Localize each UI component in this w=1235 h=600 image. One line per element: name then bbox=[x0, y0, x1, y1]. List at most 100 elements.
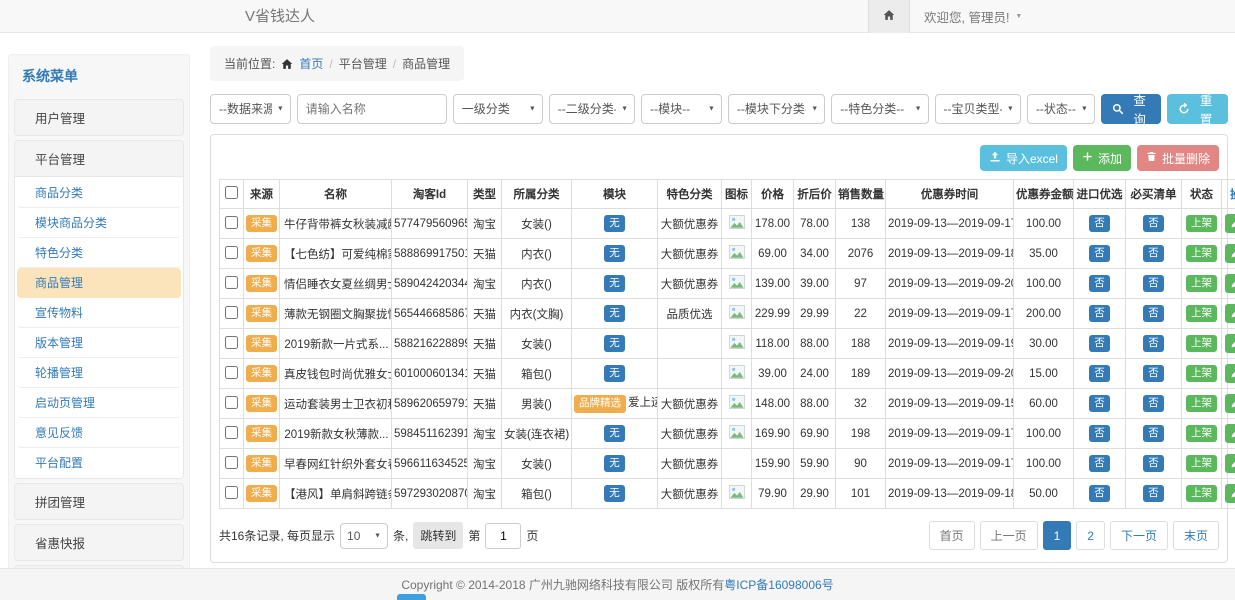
status-badge[interactable]: 上架 bbox=[1186, 305, 1217, 322]
edit-icon bbox=[1230, 368, 1235, 379]
status-select[interactable]: --状态-- bbox=[1027, 94, 1095, 124]
name-input[interactable] bbox=[297, 94, 447, 124]
edit-button[interactable] bbox=[1225, 394, 1235, 413]
status-badge[interactable]: 上架 bbox=[1186, 455, 1217, 472]
cell-discount: 34.00 bbox=[794, 239, 836, 269]
sidebar-group-header-3[interactable]: 省惠快报 bbox=[15, 525, 183, 560]
reset-button[interactable]: 重置 bbox=[1167, 94, 1228, 124]
page-size-select[interactable]: 10 bbox=[340, 523, 388, 549]
select-all-checkbox[interactable] bbox=[225, 186, 238, 199]
import-select-badge[interactable]: 否 bbox=[1089, 335, 1110, 352]
data-source-select[interactable]: --数据来源-- bbox=[210, 94, 291, 124]
sidebar-item-2[interactable]: 特色分类 bbox=[17, 238, 181, 268]
row-checkbox[interactable] bbox=[225, 246, 238, 259]
level1-category-select[interactable]: 一级分类 bbox=[453, 94, 543, 124]
breadcrumb-home-link[interactable]: 首页 bbox=[299, 55, 323, 72]
status-badge[interactable]: 上架 bbox=[1186, 365, 1217, 382]
edit-button[interactable] bbox=[1225, 214, 1235, 233]
must-buy-badge[interactable]: 否 bbox=[1143, 335, 1164, 352]
edit-button[interactable] bbox=[1225, 274, 1235, 293]
import-select-badge[interactable]: 否 bbox=[1089, 215, 1110, 232]
search-button[interactable]: 查询 bbox=[1101, 94, 1162, 124]
sidebar-item-4[interactable]: 宣传物料 bbox=[17, 298, 181, 328]
icp-link[interactable]: 粤ICP备16098006号 bbox=[724, 576, 833, 593]
edit-button[interactable] bbox=[1225, 424, 1235, 443]
page-button-上一页[interactable]: 上一页 bbox=[980, 521, 1038, 550]
sidebar-item-3[interactable]: 商品管理 bbox=[17, 268, 181, 298]
sidebar-item-1[interactable]: 模块商品分类 bbox=[17, 208, 181, 238]
must-buy-badge[interactable]: 否 bbox=[1143, 485, 1164, 502]
cell-source: 采集 bbox=[244, 449, 280, 479]
sidebar-group-header-0[interactable]: 用户管理 bbox=[15, 100, 183, 135]
status-badge[interactable]: 上架 bbox=[1186, 245, 1217, 262]
import-select-badge[interactable]: 否 bbox=[1089, 305, 1110, 322]
row-checkbox[interactable] bbox=[225, 426, 238, 439]
column-header-import_select: 进口优选 bbox=[1074, 180, 1126, 209]
sidebar-item-0[interactable]: 商品分类 bbox=[17, 178, 181, 208]
status-badge[interactable]: 上架 bbox=[1186, 335, 1217, 352]
must-buy-badge[interactable]: 否 bbox=[1143, 275, 1164, 292]
page-button-1[interactable]: 1 bbox=[1043, 521, 1072, 550]
row-checkbox[interactable] bbox=[225, 456, 238, 469]
edit-button[interactable] bbox=[1225, 364, 1235, 383]
sidebar-group-header-2[interactable]: 拼团管理 bbox=[15, 484, 183, 519]
edit-button[interactable] bbox=[1225, 244, 1235, 263]
sidebar-item-9[interactable]: 平台配置 bbox=[17, 448, 181, 477]
must-buy-badge[interactable]: 否 bbox=[1143, 425, 1164, 442]
page-button-下一页[interactable]: 下一页 bbox=[1110, 521, 1168, 550]
import-select-badge[interactable]: 否 bbox=[1089, 455, 1110, 472]
must-buy-badge[interactable]: 否 bbox=[1143, 395, 1164, 412]
edit-icon bbox=[1230, 308, 1235, 319]
cell-name: 【港风】单肩斜跨链条... bbox=[280, 479, 392, 509]
user-menu[interactable]: 欢迎您, 管理员! ▼ bbox=[910, 0, 1036, 33]
home-button[interactable] bbox=[868, 0, 910, 33]
must-buy-badge[interactable]: 否 bbox=[1143, 215, 1164, 232]
sidebar-item-6[interactable]: 轮播管理 bbox=[17, 358, 181, 388]
sidebar-item-5[interactable]: 版本管理 bbox=[17, 328, 181, 358]
import-select-badge[interactable]: 否 bbox=[1089, 365, 1110, 382]
row-checkbox[interactable] bbox=[225, 306, 238, 319]
status-badge[interactable]: 上架 bbox=[1186, 395, 1217, 412]
edit-button[interactable] bbox=[1225, 484, 1235, 503]
jump-page-input[interactable] bbox=[485, 523, 521, 549]
must-buy-badge[interactable]: 否 bbox=[1143, 365, 1164, 382]
must-buy-badge[interactable]: 否 bbox=[1143, 305, 1164, 322]
module-sub-category-select[interactable]: --模块下分类-- bbox=[728, 94, 825, 124]
row-checkbox[interactable] bbox=[225, 396, 238, 409]
page-button-2[interactable]: 2 bbox=[1076, 521, 1105, 550]
batch-delete-button[interactable]: 批量删除 bbox=[1137, 145, 1219, 171]
import-select-badge[interactable]: 否 bbox=[1089, 485, 1110, 502]
sidebar-item-7[interactable]: 启动页管理 bbox=[17, 388, 181, 418]
cell-price: 159.90 bbox=[752, 449, 794, 479]
status-badge[interactable]: 上架 bbox=[1186, 485, 1217, 502]
row-checkbox[interactable] bbox=[225, 366, 238, 379]
import-select-badge[interactable]: 否 bbox=[1089, 275, 1110, 292]
status-badge[interactable]: 上架 bbox=[1186, 215, 1217, 232]
import-select-badge[interactable]: 否 bbox=[1089, 425, 1110, 442]
add-button[interactable]: 添加 bbox=[1073, 145, 1131, 171]
edit-button[interactable] bbox=[1225, 454, 1235, 473]
jump-button[interactable]: 跳转到 bbox=[413, 522, 463, 549]
import-select-badge[interactable]: 否 bbox=[1089, 245, 1110, 262]
import-select-badge[interactable]: 否 bbox=[1089, 395, 1110, 412]
status-badge[interactable]: 上架 bbox=[1186, 275, 1217, 292]
level2-category-select[interactable]: --二级分类-- bbox=[549, 94, 635, 124]
row-checkbox[interactable] bbox=[225, 336, 238, 349]
item-type-select[interactable]: --宝贝类型-- bbox=[935, 94, 1021, 124]
feature-category-select[interactable]: --特色分类-- bbox=[831, 94, 928, 124]
edit-button[interactable] bbox=[1225, 334, 1235, 353]
sidebar-group-header-1[interactable]: 平台管理 bbox=[15, 141, 183, 176]
source-badge: 采集 bbox=[246, 335, 277, 352]
page-button-末页[interactable]: 末页 bbox=[1173, 521, 1219, 550]
row-checkbox[interactable] bbox=[225, 276, 238, 289]
row-checkbox[interactable] bbox=[225, 216, 238, 229]
module-select[interactable]: --模块-- bbox=[641, 94, 722, 124]
must-buy-badge[interactable]: 否 bbox=[1143, 245, 1164, 262]
import-excel-button[interactable]: 导入excel bbox=[980, 145, 1067, 171]
row-checkbox[interactable] bbox=[225, 486, 238, 499]
page-button-首页[interactable]: 首页 bbox=[929, 521, 975, 550]
status-badge[interactable]: 上架 bbox=[1186, 425, 1217, 442]
edit-button[interactable] bbox=[1225, 304, 1235, 323]
must-buy-badge[interactable]: 否 bbox=[1143, 455, 1164, 472]
sidebar-item-8[interactable]: 意见反馈 bbox=[17, 418, 181, 448]
